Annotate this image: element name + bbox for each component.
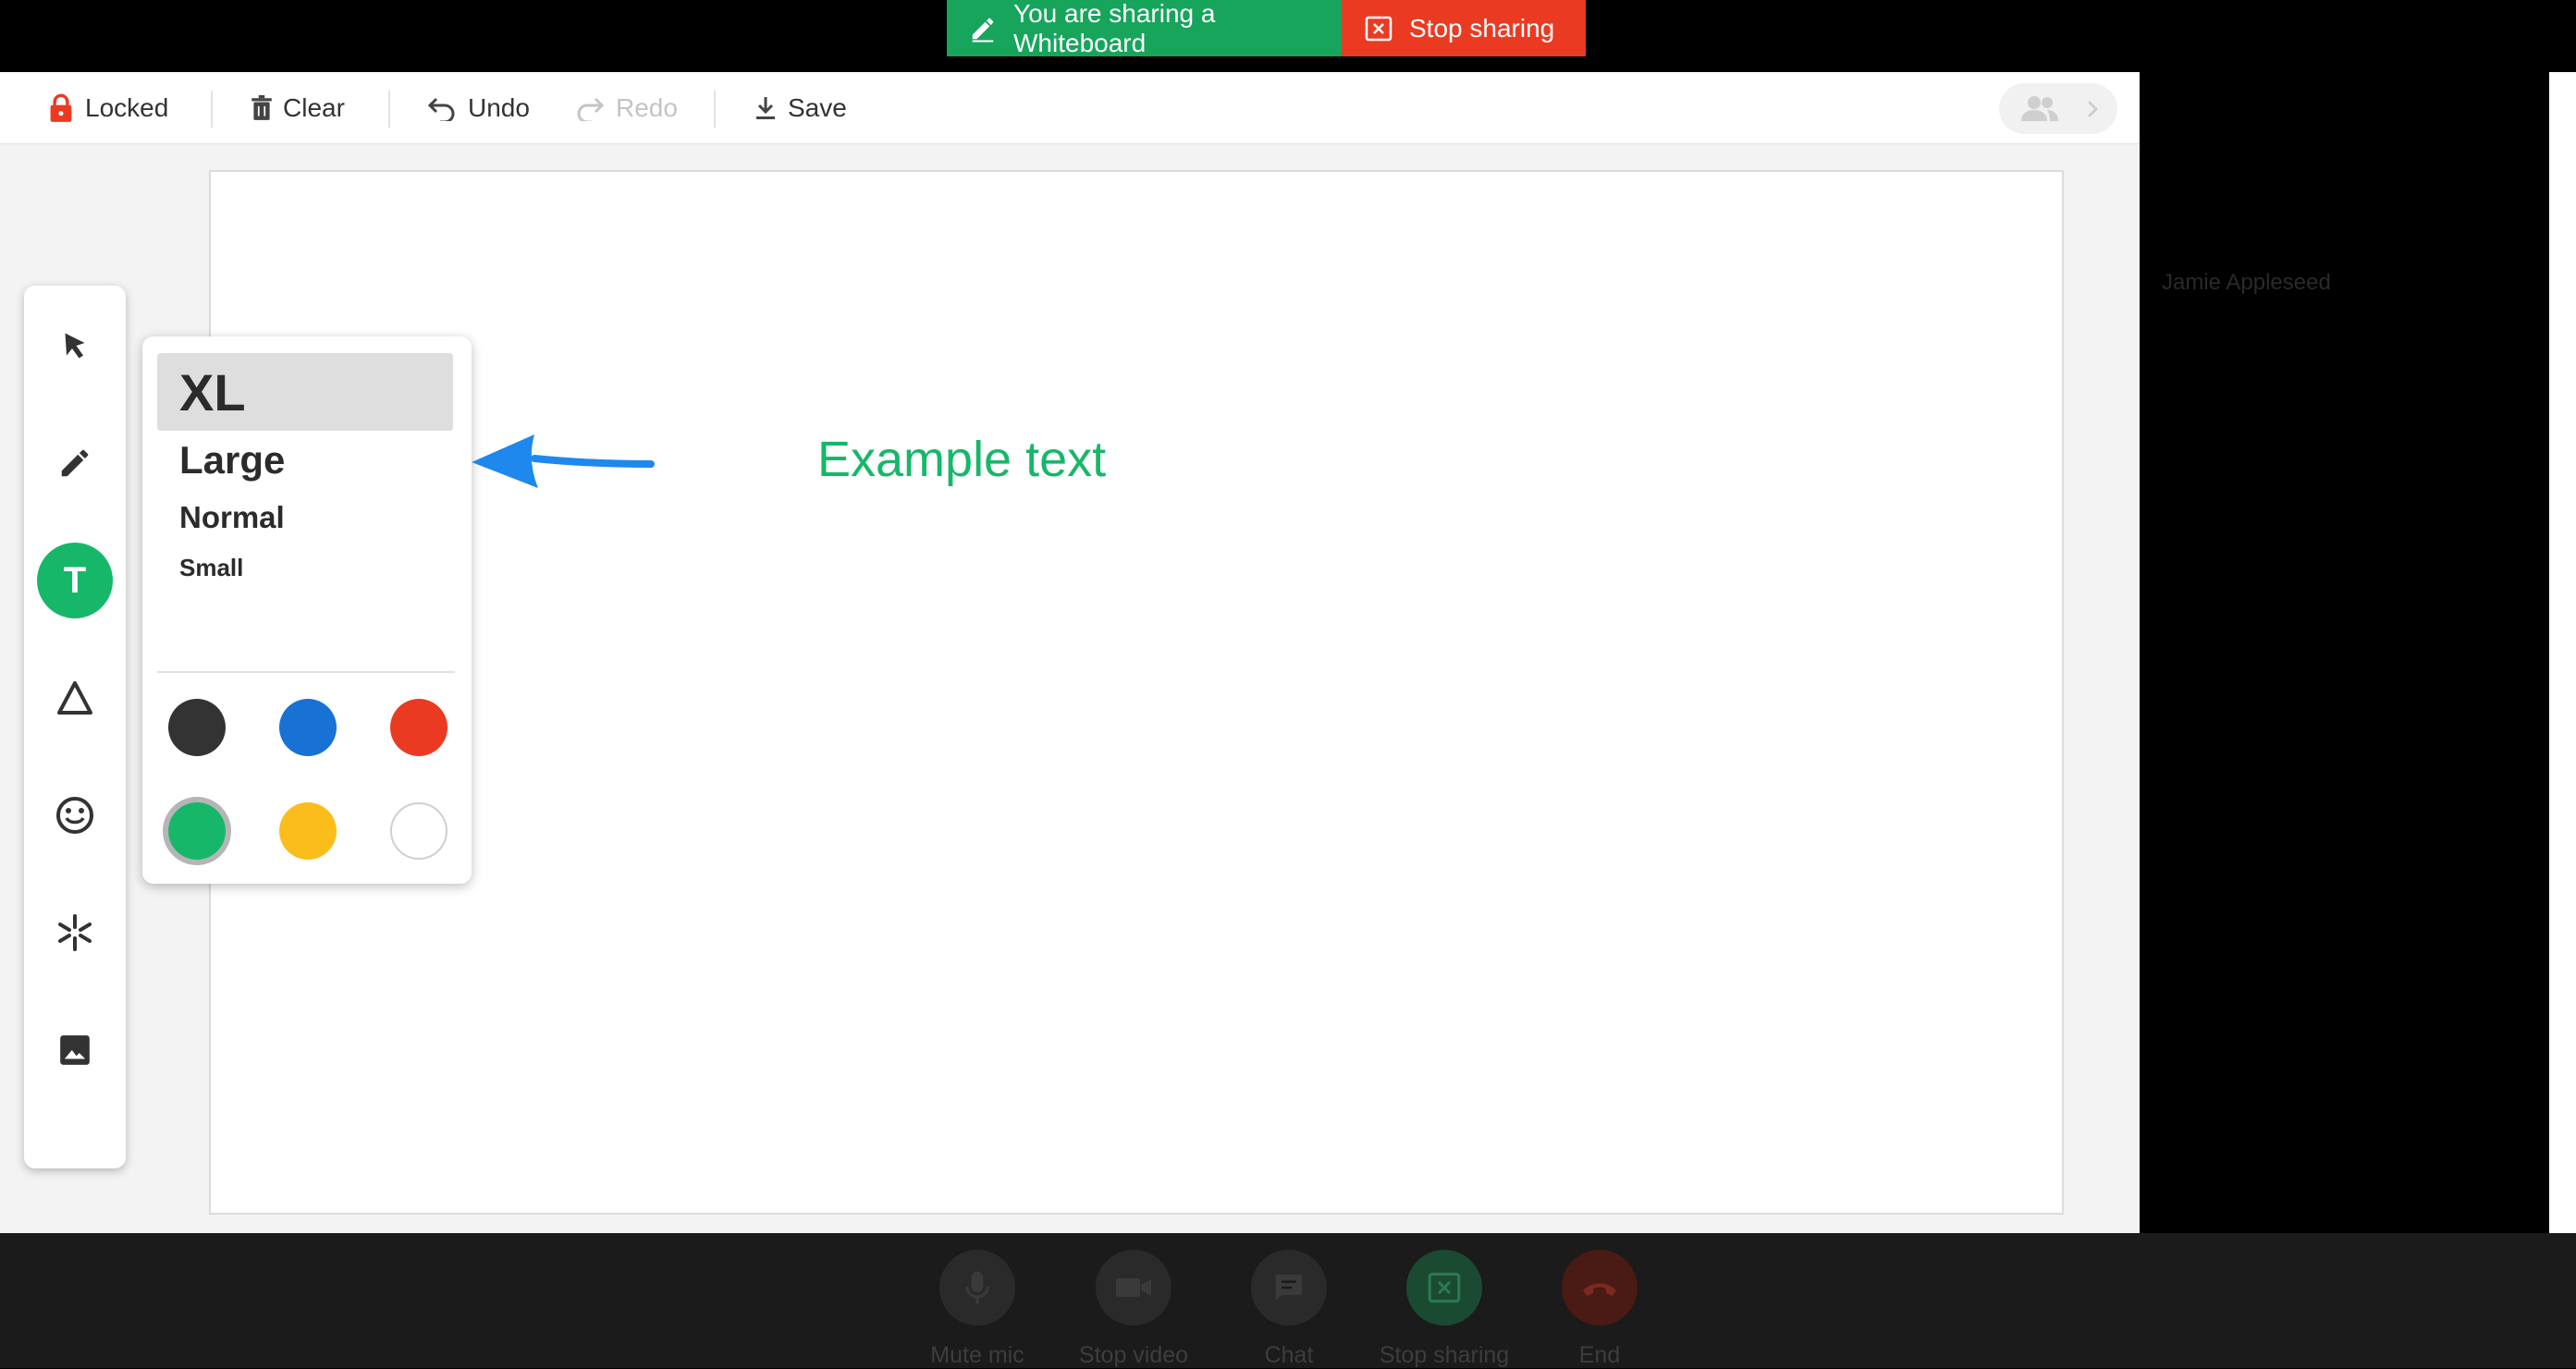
whiteboard-toolbar: Locked Clear Undo Redo Save <box>0 72 2140 144</box>
save-button[interactable]: Save <box>754 72 847 144</box>
mute-mic-circle <box>939 1250 1015 1326</box>
undo-label: Undo <box>468 93 530 122</box>
color-swatch-black[interactable] <box>168 699 226 756</box>
save-label: Save <box>788 93 847 122</box>
sharing-status-text: You are sharing a Whiteboard <box>1013 0 1216 57</box>
hang-up-icon <box>1583 1283 1616 1296</box>
triangle-shape-icon <box>57 681 92 715</box>
color-swatch-white[interactable] <box>390 802 448 860</box>
emoji-tool-button[interactable] <box>37 777 113 853</box>
lock-label: Locked <box>85 93 169 122</box>
lock-icon <box>50 93 72 122</box>
redo-icon <box>577 97 605 121</box>
annotation-arrow-icon <box>472 434 655 488</box>
pen-tool-button[interactable] <box>37 425 113 501</box>
text-tool-button[interactable]: T <box>37 543 113 618</box>
stop-sharing-control[interactable]: Stop sharing <box>1366 1250 1523 1369</box>
redo-label: Redo <box>616 93 678 122</box>
asterisk-stamp-icon <box>58 914 92 951</box>
undo-button[interactable]: Undo <box>427 72 530 144</box>
whiteboard-canvas[interactable]: Example text <box>209 170 2064 1215</box>
size-option-label: Normal <box>179 500 285 534</box>
mute-mic-label: Mute mic <box>930 1342 1024 1368</box>
clear-label: Clear <box>283 93 345 122</box>
video-camera-icon <box>1116 1278 1151 1297</box>
chevron-right-icon <box>2087 100 2099 117</box>
sharing-banner: You are sharing a Whiteboard Stop sharin… <box>947 0 1586 57</box>
stop-share-icon <box>1365 16 1392 41</box>
end-call-circle <box>1562 1250 1638 1326</box>
size-option-large[interactable]: Large <box>157 433 453 488</box>
stop-share-icon <box>1428 1272 1461 1303</box>
participants-icon <box>2021 95 2058 121</box>
pencil-icon <box>972 18 994 42</box>
stamp-tool-button[interactable] <box>37 895 113 971</box>
lock-button[interactable]: Locked <box>48 72 168 144</box>
text-tool-icon: T <box>63 559 87 601</box>
image-icon <box>60 1035 90 1065</box>
microphone-icon <box>965 1271 989 1304</box>
cursor-arrow-icon <box>65 333 85 359</box>
stop-video-circle <box>1096 1250 1171 1326</box>
canvas-text-object[interactable]: Example text <box>817 431 1106 488</box>
color-swatch-yellow[interactable] <box>279 802 337 860</box>
stop-video-label: Stop video <box>1078 1342 1189 1368</box>
trash-icon <box>251 95 272 120</box>
sharing-status: You are sharing a Whiteboard <box>947 0 1342 57</box>
participant-name: Jamie Appleseed <box>2162 270 2331 295</box>
chat-circle <box>1251 1250 1327 1326</box>
stop-sharing-circle <box>1406 1250 1482 1326</box>
end-call-label: End <box>1578 1342 1621 1368</box>
mute-mic-button[interactable]: Mute mic <box>899 1250 1056 1369</box>
pencil-icon <box>61 449 89 477</box>
participant-video-pane: Jamie Appleseed <box>2140 72 2549 1233</box>
image-tool-button[interactable] <box>37 1012 113 1088</box>
color-swatch-blue[interactable] <box>279 699 337 756</box>
redo-button[interactable]: Redo <box>575 72 678 144</box>
end-call-button[interactable]: End <box>1521 1250 1678 1369</box>
participants-toggle-button[interactable] <box>1999 83 2117 134</box>
chat-label: Chat <box>1264 1342 1314 1368</box>
toolbar-divider <box>388 91 390 128</box>
whiteboard: Locked Clear Undo Redo Save Example text <box>0 72 2140 1233</box>
window-edge <box>2549 72 2576 1233</box>
size-option-small[interactable]: Small <box>157 545 453 590</box>
stop-sharing-button[interactable]: Stop sharing <box>1342 0 1586 56</box>
popover-divider <box>157 671 455 673</box>
size-option-label: XL <box>179 362 246 422</box>
tool-palette: T <box>24 286 126 1168</box>
size-option-label: Small <box>179 553 244 581</box>
clear-button[interactable]: Clear <box>251 72 345 144</box>
toolbar-divider <box>211 91 213 128</box>
text-style-popover: XL Large Normal Small <box>142 336 472 884</box>
color-swatch-red[interactable] <box>390 699 448 756</box>
size-option-xl[interactable]: XL <box>157 353 453 431</box>
stop-sharing-label: Stop sharing <box>1409 13 1555 43</box>
chat-bubble-icon <box>1275 1274 1303 1302</box>
color-swatch-green[interactable] <box>168 802 226 860</box>
emoji-smile-icon <box>56 797 93 834</box>
select-tool-button[interactable] <box>37 308 113 384</box>
toolbar-divider <box>714 91 716 128</box>
chat-button[interactable]: Chat <box>1210 1250 1368 1369</box>
stop-sharing-label: Stop sharing <box>1379 1342 1510 1368</box>
undo-icon <box>427 97 455 121</box>
call-controls-bar: Mute mic Stop video Chat Stop sharing En… <box>0 1233 2576 1368</box>
stop-video-button[interactable]: Stop video <box>1055 1250 1212 1369</box>
shape-tool-button[interactable] <box>37 660 113 736</box>
download-icon <box>756 97 775 119</box>
size-option-normal[interactable]: Normal <box>157 492 453 544</box>
size-option-label: Large <box>179 438 286 482</box>
